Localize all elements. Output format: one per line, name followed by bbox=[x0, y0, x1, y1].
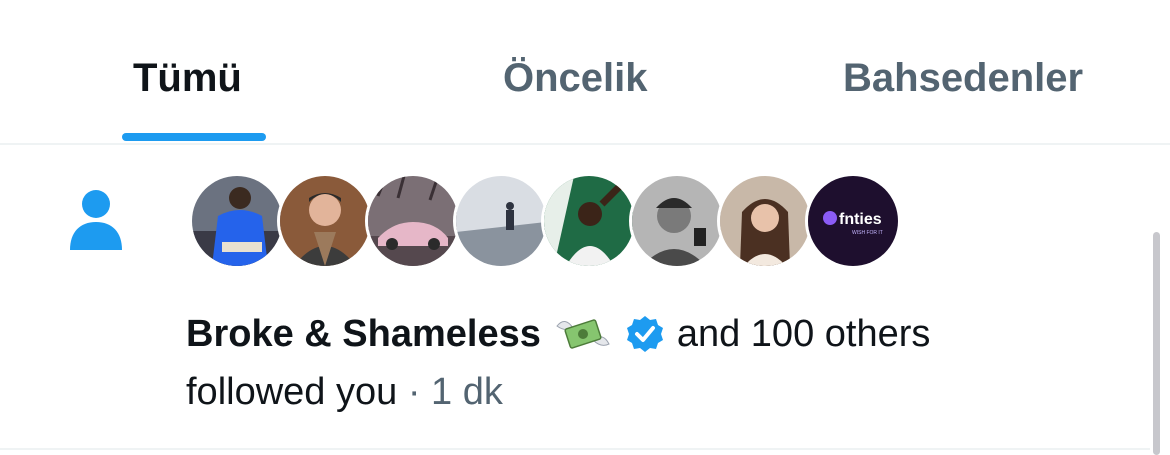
tab-all[interactable]: Tümü bbox=[133, 48, 242, 108]
tab-bar: Tümü Öncelik Bahsedenler bbox=[0, 0, 1170, 145]
follower-avatar[interactable]: fnties WISH FOR IT bbox=[805, 173, 901, 269]
follower-avatar[interactable] bbox=[453, 173, 549, 269]
money-with-wings-emoji bbox=[556, 319, 610, 349]
follower-avatar[interactable] bbox=[541, 173, 637, 269]
notification-line: Broke & Shameless and 100 others bbox=[186, 306, 930, 362]
fnties-tagline: WISH FOR IT bbox=[852, 230, 883, 236]
tab-priority[interactable]: Öncelik bbox=[503, 48, 648, 108]
tab-mentions[interactable]: Bahsedenler bbox=[843, 48, 1083, 108]
others-count-text: and 100 others bbox=[676, 313, 931, 355]
person-icon bbox=[70, 190, 122, 250]
separator-dot: · bbox=[407, 371, 421, 413]
fnties-logo-text: fnties bbox=[839, 211, 882, 228]
notification-action-line: followed you · 1 dk bbox=[186, 364, 503, 420]
actor-name[interactable]: Broke & Shameless bbox=[186, 306, 541, 362]
follower-avatar[interactable] bbox=[189, 173, 285, 269]
follower-avatar[interactable] bbox=[629, 173, 725, 269]
follower-avatar[interactable] bbox=[365, 173, 461, 269]
row-divider bbox=[0, 448, 1150, 450]
follower-avatar[interactable] bbox=[277, 173, 373, 269]
follower-avatar[interactable] bbox=[717, 173, 813, 269]
action-text: followed you bbox=[186, 371, 398, 413]
timestamp: 1 dk bbox=[431, 371, 503, 413]
verified-badge-icon bbox=[626, 316, 663, 352]
active-tab-indicator bbox=[122, 133, 266, 141]
scrollbar[interactable] bbox=[1153, 232, 1160, 455]
